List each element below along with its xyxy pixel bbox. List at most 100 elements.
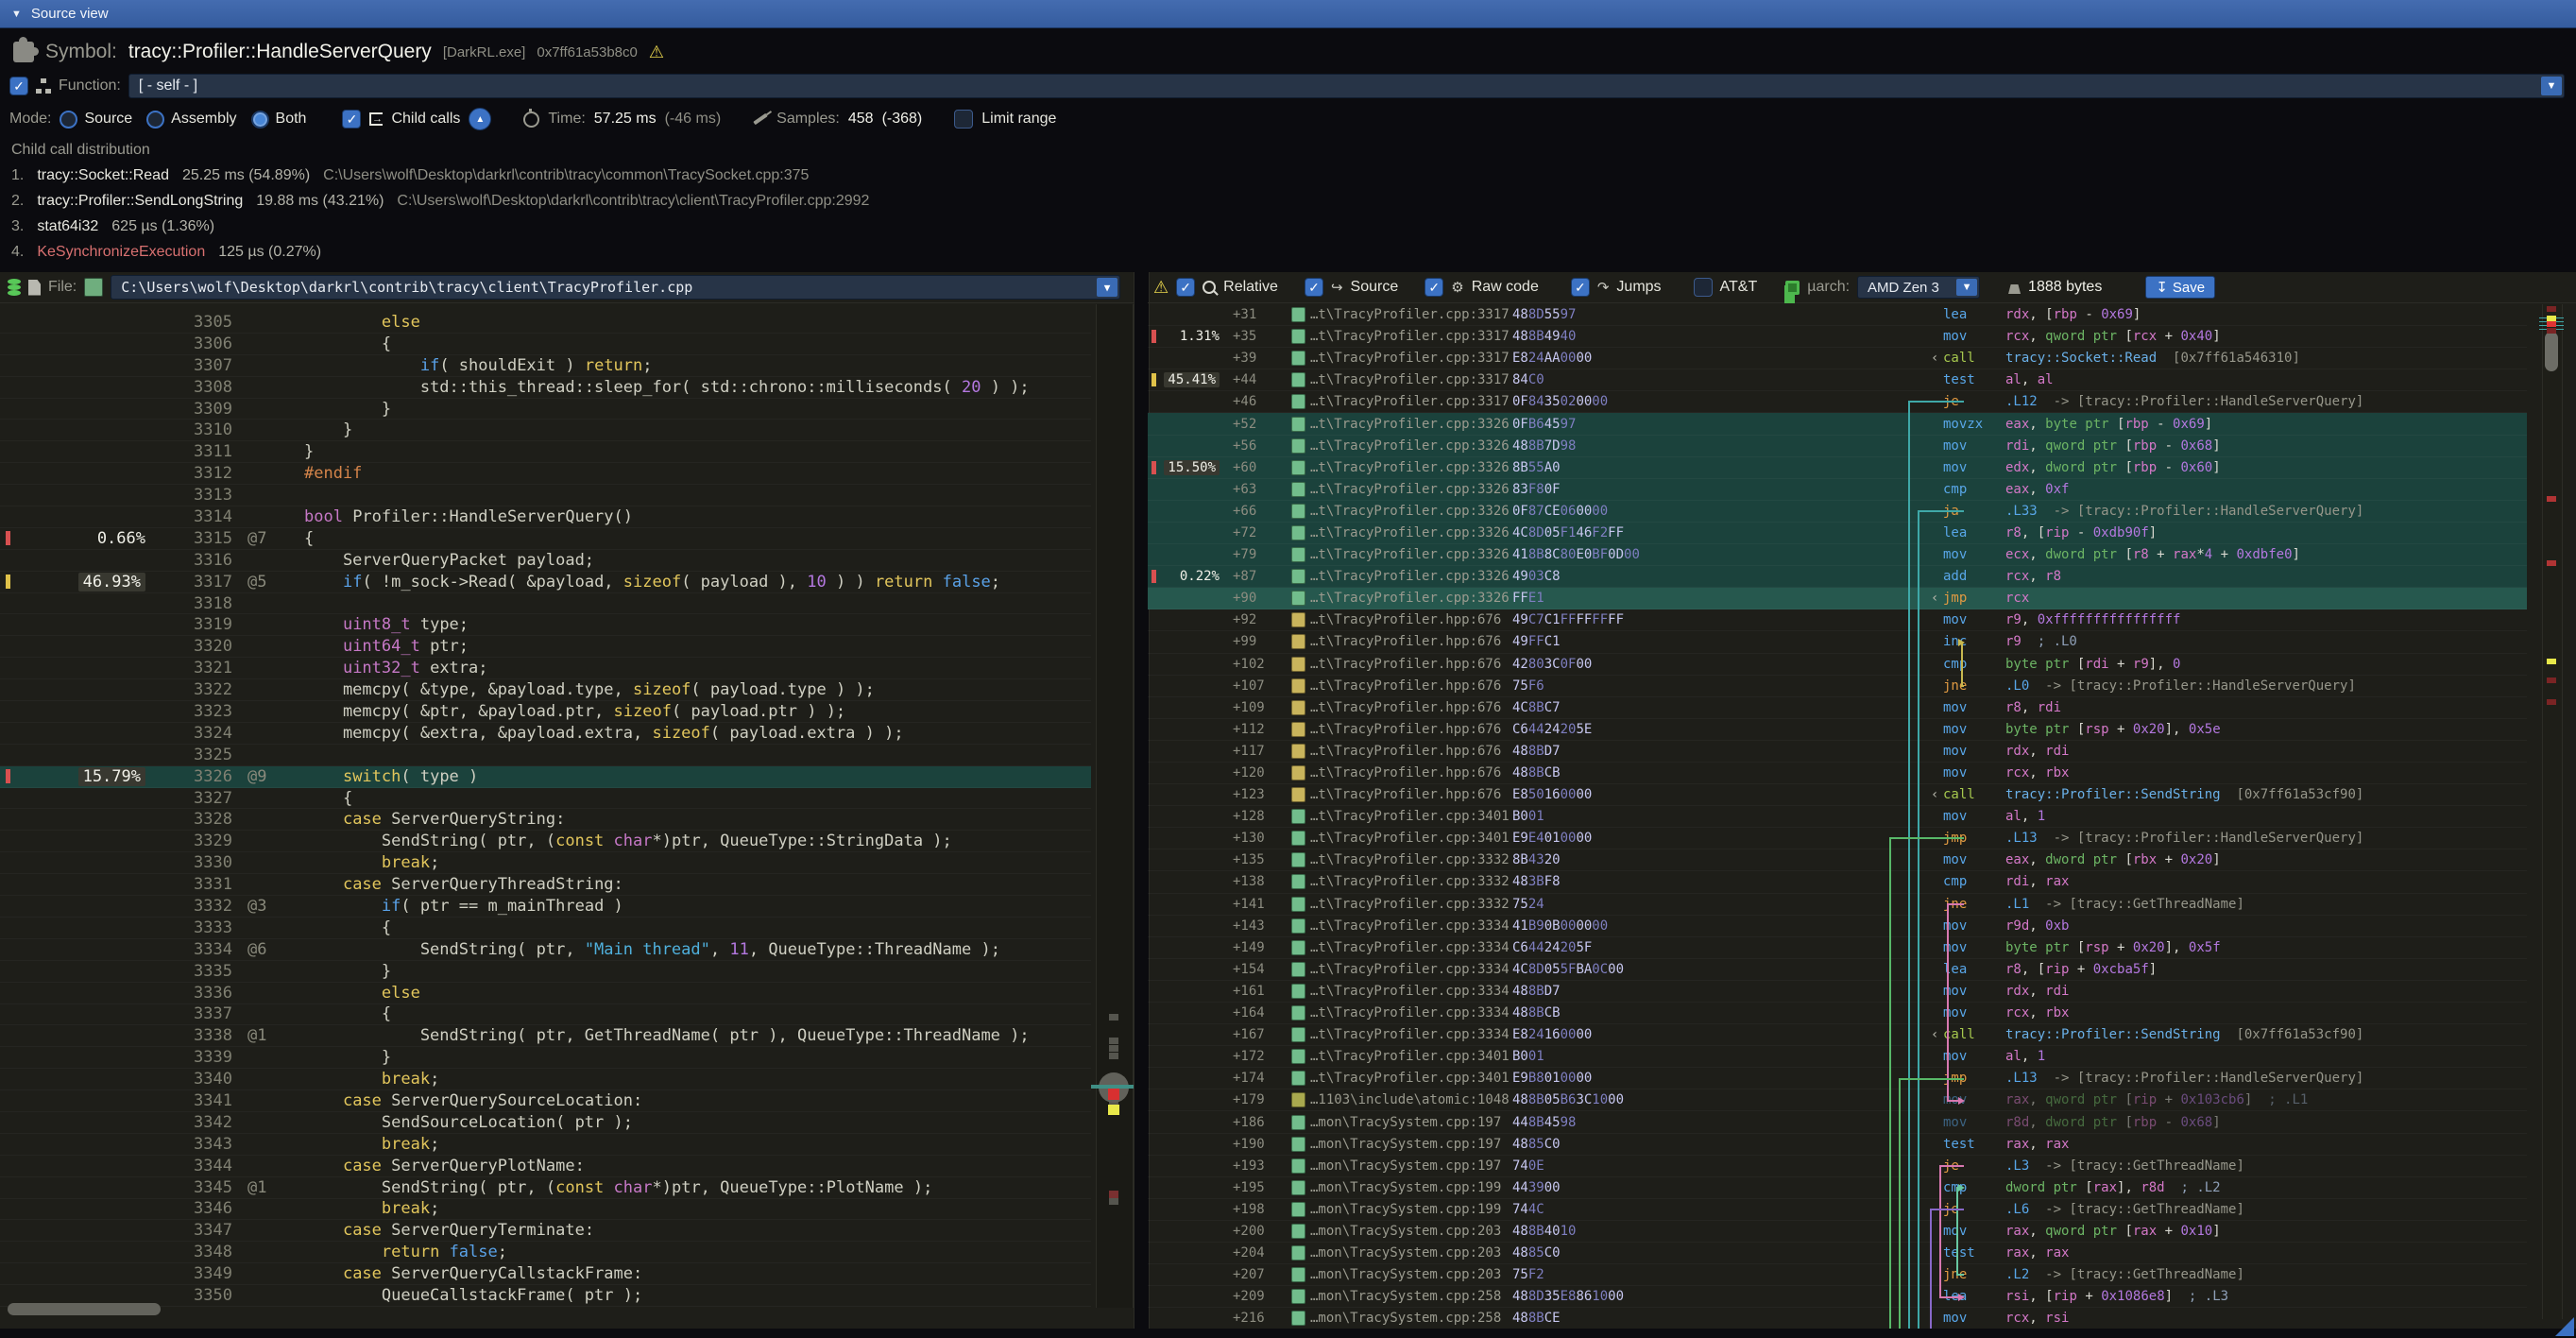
source-location-icon[interactable] [1286,852,1310,867]
asm-location[interactable]: …t\TracyProfiler.hpp:676 [1310,787,1512,802]
source-line-3339[interactable]: 3339 } [0,1047,1091,1069]
asm-location[interactable]: …t\TracyProfiler.hpp:676 [1310,657,1512,672]
source-line-3329[interactable]: 3329 SendString( ptr, (const char*)ptr, … [0,831,1091,852]
source-location-icon[interactable] [1286,1202,1310,1217]
asm-location[interactable]: …t\TracyProfiler.cpp:3317 [1310,351,1512,366]
source-line-3307[interactable]: 3307 if( shouldExit ) return; [0,355,1091,377]
source-line-3322[interactable]: 3322 memcpy( &type, &payload.type, sizeo… [0,679,1091,701]
source-line-3323[interactable]: 3323 memcpy( &ptr, &payload.ptr, sizeof(… [0,701,1091,723]
asm-location[interactable]: …t\TracyProfiler.hpp:676 [1310,634,1512,649]
source-line-3306[interactable]: 3306 { [0,334,1091,355]
source-location-icon[interactable] [1286,744,1310,759]
source-line-3317[interactable]: 46.93%3317@5 if( !m_sock->Read( &payload… [0,572,1091,593]
source-line-3320[interactable]: 3320 uint64_t ptr; [0,636,1091,658]
asm-location[interactable]: …t\TracyProfiler.cpp:3332 [1310,852,1512,867]
chevron-down-icon[interactable]: ▼ [1097,278,1117,297]
source-location-icon[interactable] [1286,351,1310,366]
source-line-3314[interactable]: 3314bool Profiler::HandleServerQuery() [0,506,1091,528]
asm-location[interactable]: …t\TracyProfiler.cpp:3326 [1310,438,1512,454]
asm-location[interactable]: …t\TracyProfiler.cpp:3334 [1310,918,1512,934]
source-location-icon[interactable] [1286,1289,1310,1304]
source-line-3343[interactable]: 3343 break; [0,1134,1091,1156]
source-location-icon[interactable] [1286,460,1310,475]
source-line-3308[interactable]: 3308 std::this_thread::sleep_for( std::c… [0,377,1091,399]
asm-location[interactable]: …t\TracyProfiler.hpp:676 [1310,765,1512,780]
asm-row-+195[interactable]: +195…mon\TracySystem.cpp:199443900cmpdwo… [1148,1177,2527,1199]
asm-location[interactable]: …t\TracyProfiler.cpp:3317 [1310,372,1512,387]
source-line-3310[interactable]: 3310 } [0,420,1091,441]
asm-row-+149[interactable]: +149…t\TracyProfiler.cpp:3334C64424205Fm… [1148,937,2527,959]
asm-row-+72[interactable]: +72…t\TracyProfiler.cpp:33264C8D05F146F2… [1148,523,2527,544]
asm-location[interactable]: …t\TracyProfiler.cpp:3326 [1310,417,1512,432]
asm-row-+39[interactable]: +39…t\TracyProfiler.cpp:3317E824AA0000‹c… [1148,348,2527,369]
source-location-icon[interactable] [1286,1049,1310,1064]
titlebar[interactable]: ▼ Source view [0,0,2576,28]
source-location-icon[interactable] [1286,634,1310,649]
source-line-3315[interactable]: 0.66%3315@7{ [0,528,1091,550]
mode-radio-assembly[interactable]: Assembly [146,111,236,129]
source-location-icon[interactable] [1286,1245,1310,1261]
asm-location[interactable]: …mon\TracySystem.cpp:197 [1310,1158,1512,1174]
source-line-3324[interactable]: 3324 memcpy( &extra, &payload.extra, siz… [0,723,1091,745]
source-line-3332[interactable]: 3332@3 if( ptr == m_mainThread ) [0,896,1091,918]
asm-row-+66[interactable]: +66…t\TracyProfiler.cpp:33260F87CE060000… [1148,501,2527,523]
source-line-3313[interactable]: 3313 [0,485,1091,506]
source-location-icon[interactable] [1286,1311,1310,1326]
asm-location[interactable]: …t\TracyProfiler.cpp:3334 [1310,940,1512,955]
source-line-3335[interactable]: 3335 } [0,961,1091,983]
asm-location[interactable]: …t\TracyProfiler.cpp:3401 [1310,831,1512,846]
source-location-icon[interactable] [1286,525,1310,540]
save-button[interactable]: ↧ Save [2145,276,2215,299]
source-line-3326[interactable]: 15.79%3326@9 switch( type ) [0,766,1091,788]
source-line-3342[interactable]: 3342 SendSourceLocation( ptr ); [0,1112,1091,1134]
source-location-icon[interactable] [1286,765,1310,780]
asm-row-+216[interactable]: +216…mon\TracySystem.cpp:258488BCEmovrcx… [1148,1308,2527,1329]
mode-radio-both[interactable]: Both [251,111,307,129]
source-location-icon[interactable] [1286,722,1310,737]
source-location-icon[interactable] [1286,831,1310,846]
asm-row-+161[interactable]: +161…t\TracyProfiler.cpp:3334488BD7movrd… [1148,981,2527,1003]
asm-row-+63[interactable]: +63…t\TracyProfiler.cpp:332683F80Fcmpeax… [1148,479,2527,501]
asm-row-+60[interactable]: 15.50%+60…t\TracyProfiler.cpp:33268B55A0… [1148,457,2527,479]
asm-location[interactable]: …mon\TracySystem.cpp:258 [1310,1311,1512,1326]
asm-row-+179[interactable]: +179…1103\include\atomic:1048488B05B63C1… [1148,1089,2527,1111]
source-line-3309[interactable]: 3309 } [0,399,1091,420]
source-location-icon[interactable] [1286,394,1310,409]
source-line-3341[interactable]: 3341 case ServerQuerySourceLocation: [0,1090,1091,1112]
asm-location[interactable]: …t\TracyProfiler.cpp:3401 [1310,1071,1512,1086]
source-location-icon[interactable] [1286,1027,1310,1042]
resize-handle[interactable] [2555,1317,2574,1336]
source-location-icon[interactable] [1286,438,1310,454]
source-line-3333[interactable]: 3333 { [0,918,1091,939]
asm-location[interactable]: …t\TracyProfiler.cpp:3317 [1310,394,1512,409]
child-call-entry[interactable]: 2.tracy::Profiler::SendLongString19.88 m… [11,193,2576,210]
source-checkbox[interactable]: ✓ [1305,278,1323,297]
asm-row-+167[interactable]: +167…t\TracyProfiler.cpp:3334E824160000‹… [1148,1024,2527,1046]
source-location-icon[interactable] [1286,1005,1310,1021]
asm-row-+135[interactable]: +135…t\TracyProfiler.cpp:33328B4320movea… [1148,849,2527,871]
source-location-icon[interactable] [1286,569,1310,584]
source-line-3338[interactable]: 3338@1 SendString( ptr, GetThreadName( p… [0,1025,1091,1047]
att-checkbox[interactable]: ✓ [1694,278,1713,297]
source-line-3345[interactable]: 3345@1 SendString( ptr, (const char*)ptr… [0,1177,1091,1199]
scrollbar-thumb[interactable] [2545,332,2558,371]
source-line-3340[interactable]: 3340 break; [0,1069,1091,1090]
source-line-3344[interactable]: 3344 case ServerQueryPlotName: [0,1156,1091,1177]
source-location-icon[interactable] [1286,504,1310,519]
asm-location[interactable]: …t\TracyProfiler.cpp:3326 [1310,591,1512,606]
asm-row-+35[interactable]: 1.31%+35…t\TracyProfiler.cpp:3317488B494… [1148,326,2527,348]
source-location-icon[interactable] [1286,1115,1310,1130]
asm-row-+31[interactable]: +31…t\TracyProfiler.cpp:3317488D5597lear… [1148,304,2527,326]
source-location-icon[interactable] [1286,417,1310,432]
asm-row-+44[interactable]: 45.41%+44…t\TracyProfiler.cpp:331784C0te… [1148,369,2527,391]
asm-location[interactable]: …t\TracyProfiler.cpp:3317 [1310,307,1512,322]
source-line-3328[interactable]: 3328 case ServerQueryString: [0,809,1091,831]
raw-code-checkbox[interactable]: ✓ [1424,278,1443,297]
asm-location[interactable]: …t\TracyProfiler.cpp:3334 [1310,1027,1512,1042]
function-checkbox[interactable]: ✓ [9,77,28,95]
source-location-icon[interactable] [1286,984,1310,999]
asm-row-+172[interactable]: +172…t\TracyProfiler.cpp:3401B001moval, … [1148,1046,2527,1068]
source-line-3316[interactable]: 3316 ServerQueryPacket payload; [0,550,1091,572]
asm-location[interactable]: …t\TracyProfiler.cpp:3334 [1310,1005,1512,1021]
source-location-icon[interactable] [1286,700,1310,715]
